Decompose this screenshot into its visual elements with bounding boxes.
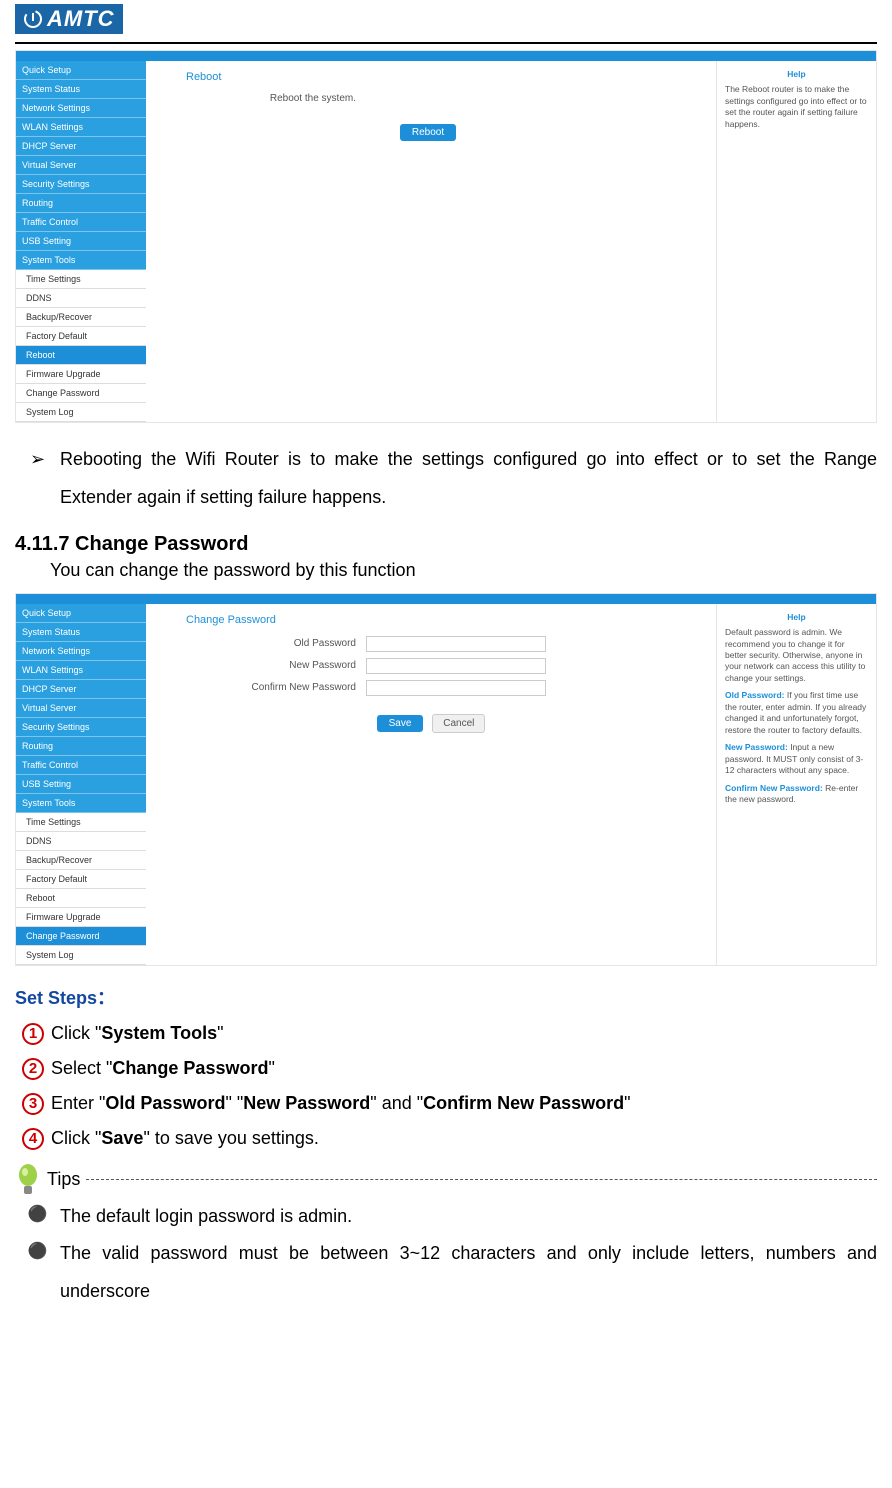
help-title: Help xyxy=(725,612,868,623)
screenshot-change-password: Quick Setup System Status Network Settin… xyxy=(15,593,877,966)
brand-text: AMTC xyxy=(47,6,115,32)
label-confirm-password: Confirm New Password xyxy=(186,682,366,693)
label-new-password: New Password xyxy=(186,660,366,671)
nav-item[interactable]: Virtual Server xyxy=(16,699,146,718)
save-button[interactable]: Save xyxy=(377,715,424,732)
nav-item[interactable]: System Status xyxy=(16,80,146,99)
screenshot-reboot: Quick Setup System Status Network Settin… xyxy=(15,50,877,423)
subnav-item[interactable]: Factory Default xyxy=(16,870,146,889)
subnav-item[interactable]: Reboot xyxy=(16,889,146,908)
subnav-item[interactable]: DDNS xyxy=(16,832,146,851)
dashed-line xyxy=(86,1179,877,1180)
set-steps-heading: Set Steps： xyxy=(15,984,877,1010)
circled-3-icon: 3 xyxy=(22,1093,44,1115)
panel-title: Change Password xyxy=(186,614,676,626)
input-new-password[interactable] xyxy=(366,658,546,674)
subnav-item[interactable]: Backup/Recover xyxy=(16,851,146,870)
tips-label: Tips xyxy=(47,1169,80,1190)
nav-item[interactable]: DHCP Server xyxy=(16,137,146,156)
nav-item[interactable]: Network Settings xyxy=(16,99,146,118)
note-reboot: ➢ Rebooting the Wifi Router is to make t… xyxy=(15,441,877,517)
bullet-icon: ⚫ xyxy=(15,1235,60,1269)
tip-1: ⚫ The default login password is admin. xyxy=(15,1198,877,1236)
help-old: Old Password: If you first time use the … xyxy=(725,690,868,736)
sidebar: Quick Setup System Status Network Settin… xyxy=(16,61,146,422)
nav-item[interactable]: USB Setting xyxy=(16,232,146,251)
help-title: Help xyxy=(725,69,868,80)
note-text: Rebooting the Wifi Router is to make the… xyxy=(60,441,877,517)
nav-item[interactable]: WLAN Settings xyxy=(16,661,146,680)
nav-item[interactable]: Quick Setup xyxy=(16,604,146,623)
bullet-icon: ⚫ xyxy=(15,1198,60,1232)
nav-item[interactable]: System Status xyxy=(16,623,146,642)
nav-item[interactable]: WLAN Settings xyxy=(16,118,146,137)
nav-item[interactable]: Routing xyxy=(16,737,146,756)
section-subtext: You can change the password by this func… xyxy=(50,560,877,581)
circled-2-icon: 2 xyxy=(22,1058,44,1080)
nav-item[interactable]: Quick Setup xyxy=(16,61,146,80)
nav-item[interactable]: Traffic Control xyxy=(16,213,146,232)
main-panel: Change Password Old Password New Passwor… xyxy=(146,604,716,965)
subnav-item[interactable]: Time Settings xyxy=(16,270,146,289)
help-text: The Reboot router is to make the setting… xyxy=(725,84,868,130)
nav-item[interactable]: Virtual Server xyxy=(16,156,146,175)
subnav-item[interactable]: Time Settings xyxy=(16,813,146,832)
nav-item[interactable]: System Tools xyxy=(16,251,146,270)
nav-item[interactable]: Security Settings xyxy=(16,175,146,194)
step-3: 3 Enter "Old Password" "New Password" an… xyxy=(15,1092,877,1115)
nav-item[interactable]: Network Settings xyxy=(16,642,146,661)
brand-logo: AMTC xyxy=(15,4,123,34)
cancel-button[interactable]: Cancel xyxy=(432,714,485,733)
subnav-item-selected[interactable]: Reboot xyxy=(16,346,146,365)
nav-item[interactable]: Traffic Control xyxy=(16,756,146,775)
input-confirm-password[interactable] xyxy=(366,680,546,696)
subnav-item[interactable]: System Log xyxy=(16,946,146,965)
help-new: New Password: Input a new password. It M… xyxy=(725,742,868,776)
input-old-password[interactable] xyxy=(366,636,546,652)
lightbulb-icon xyxy=(15,1162,41,1198)
circled-4-icon: 4 xyxy=(22,1128,44,1150)
help-confirm: Confirm New Password: Re-enter the new p… xyxy=(725,783,868,806)
subnav-item[interactable]: Backup/Recover xyxy=(16,308,146,327)
label-old-password: Old Password xyxy=(186,638,366,649)
step-4: 4 Click "Save" to save you settings. xyxy=(15,1127,877,1150)
step-1: 1 Click "System Tools" xyxy=(15,1022,877,1045)
subnav-item[interactable]: Firmware Upgrade xyxy=(16,908,146,927)
nav-item[interactable]: System Tools xyxy=(16,794,146,813)
nav-item[interactable]: DHCP Server xyxy=(16,680,146,699)
subnav-item[interactable]: Firmware Upgrade xyxy=(16,365,146,384)
tips-header: Tips xyxy=(15,1162,877,1198)
tip-2: ⚫ The valid password must be between 3~1… xyxy=(15,1235,877,1311)
main-panel: Reboot Reboot the system. Reboot xyxy=(146,61,716,422)
subnav-item-selected[interactable]: Change Password xyxy=(16,927,146,946)
nav-item[interactable]: USB Setting xyxy=(16,775,146,794)
subnav-item[interactable]: System Log xyxy=(16,403,146,422)
sidebar: Quick Setup System Status Network Settin… xyxy=(16,604,146,965)
arrow-icon: ➢ xyxy=(15,441,60,479)
section-heading: 4.11.7 Change Password xyxy=(15,533,877,556)
help-panel: Help The Reboot router is to make the se… xyxy=(716,61,876,422)
brand-header: AMTC xyxy=(15,0,877,44)
nav-item[interactable]: Routing xyxy=(16,194,146,213)
subnav-item[interactable]: Factory Default xyxy=(16,327,146,346)
circled-1-icon: 1 xyxy=(22,1023,44,1045)
subnav-item[interactable]: DDNS xyxy=(16,289,146,308)
reboot-desc: Reboot the system. xyxy=(186,93,366,104)
step-2: 2 Select "Change Password" xyxy=(15,1057,877,1080)
help-panel: Help Default password is admin. We recom… xyxy=(716,604,876,965)
help-intro: Default password is admin. We recommend … xyxy=(725,627,868,684)
reboot-button[interactable]: Reboot xyxy=(400,124,456,141)
nav-item[interactable]: Security Settings xyxy=(16,718,146,737)
subnav-item[interactable]: Change Password xyxy=(16,384,146,403)
panel-title: Reboot xyxy=(186,71,676,83)
brand-icon xyxy=(23,9,43,29)
